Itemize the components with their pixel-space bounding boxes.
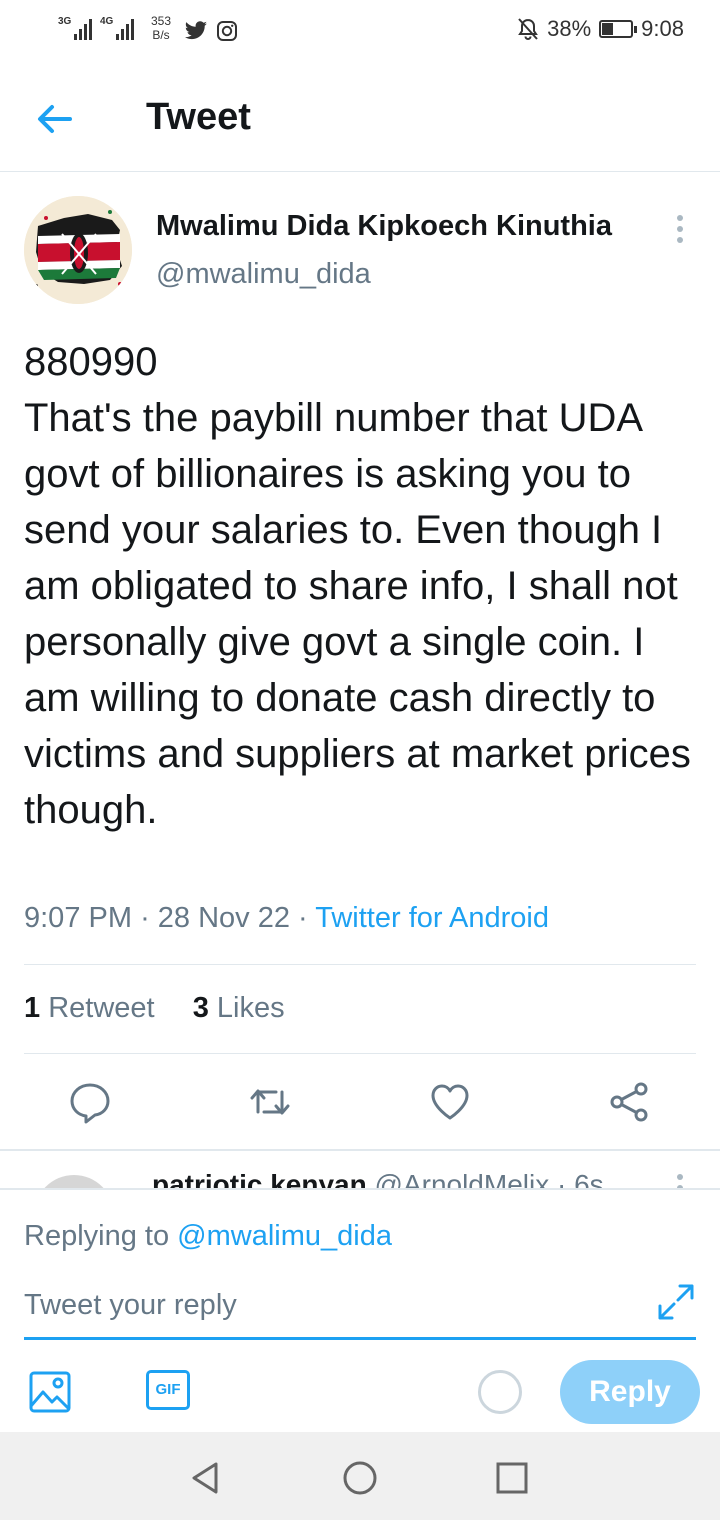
author-name[interactable]: Mwalimu Dida Kipkoech Kinuthia: [156, 210, 612, 243]
signal-icon: 3G: [58, 14, 92, 40]
network-type-1: 3G: [58, 16, 72, 27]
avatar[interactable]: [24, 196, 132, 304]
expand-icon[interactable]: [656, 1282, 696, 1322]
twitter-bird-icon: [185, 21, 207, 40]
reply-icon[interactable]: [68, 1080, 112, 1124]
recents-square-icon[interactable]: [492, 1458, 532, 1498]
battery-icon: [599, 20, 638, 38]
network-type-2: 4G: [100, 16, 114, 27]
more-vertical-icon[interactable]: [668, 1171, 692, 1189]
reply-tweet-preview[interactable]: patriotic kenyan @ArnoldMelix · 6s: [0, 1151, 720, 1189]
mute-bell-icon: [518, 18, 538, 40]
image-icon[interactable]: [28, 1370, 72, 1414]
tweet-date: 28 Nov 22: [157, 902, 290, 934]
tweet-source-link[interactable]: Twitter for Android: [315, 902, 549, 934]
status-bar: 3G 4G 353 B/s 38% 9:08: [0, 0, 720, 60]
signal-icon: 4G: [100, 14, 134, 40]
system-navigation-bar: [0, 1432, 720, 1520]
avatar[interactable]: [34, 1175, 114, 1189]
back-triangle-icon[interactable]: [186, 1458, 226, 1498]
instagram-icon: [217, 21, 237, 41]
battery-percent: 38%: [547, 16, 592, 41]
like-icon[interactable]: [428, 1080, 472, 1124]
retweet-icon[interactable]: [248, 1080, 292, 1124]
reply-composer: Replying to @mwalimu_dida GIF Reply: [0, 1188, 720, 1432]
tweet-meta: 9:07 PM · 28 Nov 22 · Twitter for Androi…: [24, 902, 549, 934]
reply-author-handle: @ArnoldMelix: [374, 1169, 550, 1189]
replying-to-label: Replying to @mwalimu_dida: [24, 1220, 392, 1252]
clock: 9:08: [641, 16, 684, 41]
network-speed: 353 B/s: [150, 14, 172, 42]
replying-to-handle[interactable]: @mwalimu_dida: [177, 1220, 392, 1252]
author-handle[interactable]: @mwalimu_dida: [156, 258, 371, 291]
reply-time: 6s: [574, 1169, 604, 1189]
top-app-bar: Tweet: [0, 60, 720, 172]
reply-author-name: patriotic kenyan: [152, 1169, 367, 1189]
arrow-left-icon[interactable]: [30, 94, 80, 144]
share-icon[interactable]: [608, 1080, 652, 1124]
tweet-text: 880990 That's the paybill number that UD…: [24, 340, 691, 832]
character-counter: [478, 1370, 522, 1414]
gif-button[interactable]: GIF: [146, 1370, 190, 1410]
home-circle-icon[interactable]: [340, 1458, 380, 1498]
divider: [24, 1053, 696, 1054]
tweet-time: 9:07 PM: [24, 902, 132, 934]
more-vertical-icon[interactable]: [668, 212, 692, 246]
likes-stat[interactable]: 3 Likes: [193, 992, 285, 1024]
tweet-stats: 1 Retweet 3 Likes: [24, 992, 285, 1025]
kenya-flag-avatar-image: [24, 196, 132, 304]
retweet-stat[interactable]: 1 Retweet: [24, 992, 155, 1024]
page-title: Tweet: [146, 96, 251, 138]
divider: [24, 964, 696, 965]
reply-input[interactable]: [24, 1274, 696, 1340]
reply-button[interactable]: Reply: [560, 1360, 700, 1424]
